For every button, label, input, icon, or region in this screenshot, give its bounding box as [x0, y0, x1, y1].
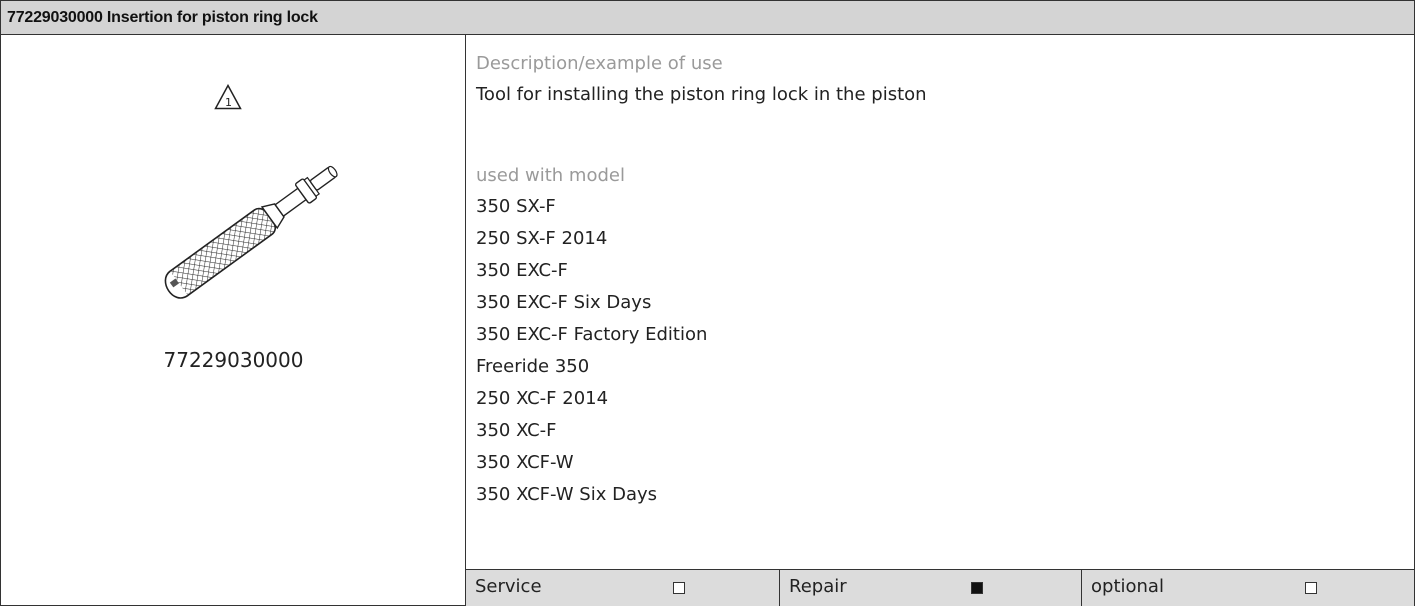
models-label: used with model [476, 165, 625, 186]
description-text: Tool for installing the piston ring lock… [476, 84, 927, 105]
description-label: Description/example of use [476, 53, 723, 74]
service-label: Service [475, 576, 542, 597]
warning-number: 1 [225, 96, 232, 109]
service-checkbox[interactable] [673, 582, 685, 594]
title-bar: 77229030000 Insertion for piston ring lo… [1, 1, 1414, 35]
model-item: 350 XCF-W [476, 452, 574, 473]
model-item: 350 EXC-F Factory Edition [476, 324, 708, 345]
optional-checkbox[interactable] [1305, 582, 1317, 594]
model-item: 350 EXC-F [476, 260, 568, 281]
warning-triangle-icon: 1 [214, 84, 242, 110]
repair-cell: Repair [780, 570, 1082, 606]
model-item: Freeride 350 [476, 356, 590, 377]
optional-cell: optional [1082, 570, 1414, 606]
model-item: 350 EXC-F Six Days [476, 292, 652, 313]
model-item: 350 SX-F [476, 196, 556, 217]
page-title: 77229030000 Insertion for piston ring lo… [7, 9, 318, 26]
repair-checkbox[interactable] [971, 582, 983, 594]
details-cell: Description/example of use Tool for inst… [466, 35, 1414, 606]
model-item: 250 SX-F 2014 [476, 228, 608, 249]
part-number-label: 77229030000 [163, 348, 304, 372]
category-footer: Service Repair optional [466, 569, 1414, 606]
piston-ring-tool-image [164, 165, 338, 299]
repair-label: Repair [789, 576, 847, 597]
service-cell: Service [466, 570, 780, 606]
figure-cell: 1 77229030000 [1, 35, 466, 605]
model-item: 350 XC-F [476, 420, 557, 441]
model-item: 350 XCF-W Six Days [476, 484, 658, 505]
optional-label: optional [1091, 576, 1164, 597]
model-item: 250 XC-F 2014 [476, 388, 609, 409]
tool-datasheet: 77229030000 Insertion for piston ring lo… [0, 0, 1415, 606]
